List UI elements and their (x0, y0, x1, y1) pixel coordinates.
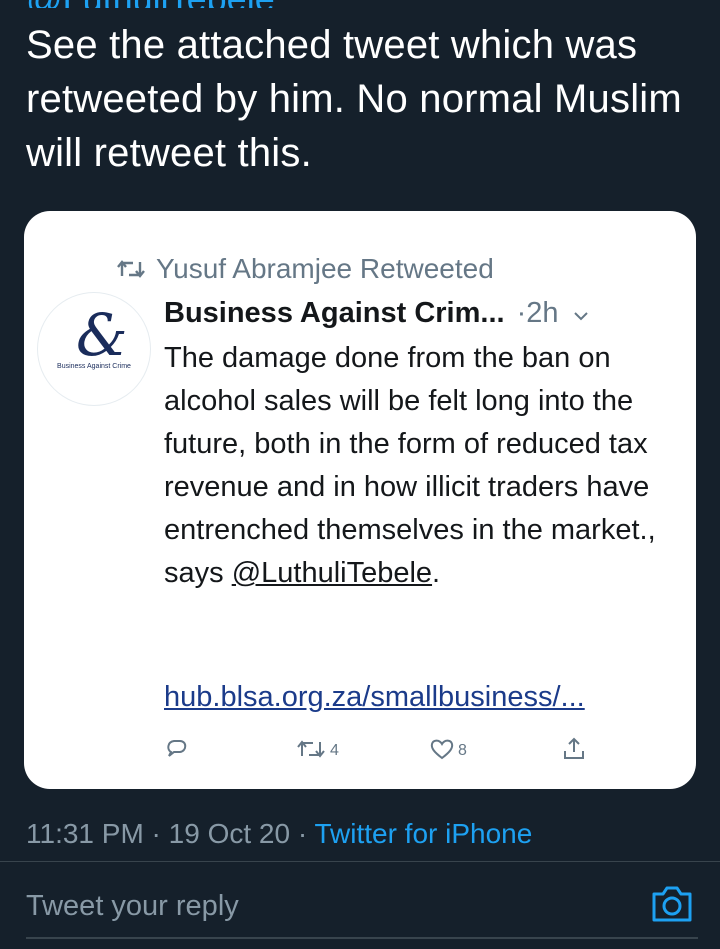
share-button[interactable] (562, 737, 586, 766)
retweet-icon (296, 738, 326, 765)
camera-icon[interactable] (650, 884, 694, 924)
heart-icon (430, 738, 454, 765)
retweet-button[interactable]: 4 (296, 738, 339, 765)
quoted-tweet-screenshot[interactable]: Yusuf Abramjee Retweeted & Business Agai… (24, 211, 696, 789)
chevron-down-icon[interactable] (573, 297, 589, 330)
retweet-count: 4 (330, 742, 339, 759)
reply-underline (26, 937, 698, 939)
author-name[interactable]: Business Against Crim... (164, 297, 505, 330)
quoted-header: Business Against Crim... ·2h (164, 297, 674, 330)
share-icon (562, 737, 586, 766)
external-link[interactable]: hub.blsa.org.za/smallbusiness/... (164, 681, 585, 714)
body-end: . (432, 557, 441, 589)
action-bar: 4 8 (164, 735, 614, 767)
retweeted-by-label: Yusuf Abramjee Retweeted (156, 253, 494, 284)
retweet-icon (116, 258, 146, 280)
tweet-text: See the attached tweet which was retweet… (26, 23, 682, 175)
like-count: 8 (458, 742, 467, 759)
quoted-body-text: The damage done from the ban on alcohol … (164, 342, 656, 589)
reply-icon (164, 737, 190, 766)
reply-input[interactable]: Tweet your reply (26, 890, 239, 923)
reply-button[interactable] (164, 737, 190, 766)
quoted-body: The damage done from the ban on alcohol … (164, 337, 684, 595)
tweet-time: ·2h (516, 297, 559, 329)
retweeted-by-line: Yusuf Abramjee Retweeted (116, 253, 494, 285)
tweet-meta: 11:31 PM · 19 Oct 20 · Twitter for iPhon… (26, 818, 532, 850)
avatar[interactable]: & Business Against Crime (38, 293, 150, 405)
avatar-org-label: Business Against Crime (57, 363, 131, 370)
mention-link[interactable]: @LuthuliTebele (232, 557, 432, 589)
tweet-source-link[interactable]: Twitter for iPhone (314, 818, 532, 849)
reply-bar[interactable]: Tweet your reply (0, 862, 720, 949)
previous-line-partial: @LuthuliTebele (26, 0, 686, 8)
logo-mark: & (76, 301, 128, 369)
like-button[interactable]: 8 (430, 738, 467, 765)
tweet-timestamp: 11:31 PM · 19 Oct 20 · (26, 818, 315, 849)
